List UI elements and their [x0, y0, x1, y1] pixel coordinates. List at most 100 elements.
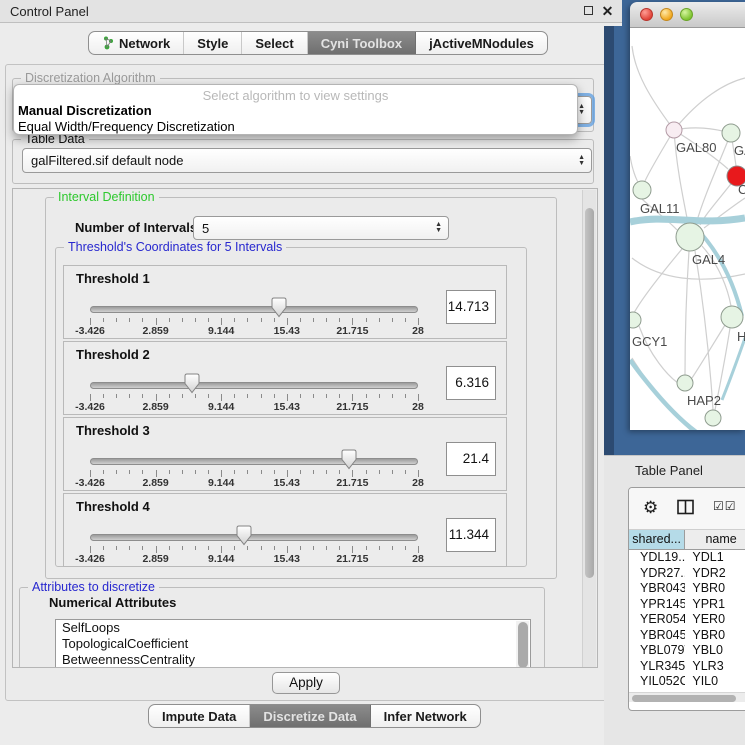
network-node-B[interactable] — [705, 410, 721, 426]
close-icon[interactable]: ✕ — [600, 4, 615, 19]
tick-label: 9.144 — [208, 553, 234, 565]
tab-infer-network[interactable]: Infer Network — [371, 705, 480, 727]
table-row[interactable]: YBL079WYBL0 — [629, 643, 745, 659]
settings-scrollbar-thumb[interactable] — [585, 208, 594, 578]
network-node-GCY1[interactable] — [630, 312, 641, 328]
table-hscroll-thumb[interactable] — [632, 695, 736, 702]
apply-button[interactable]: Apply — [272, 672, 340, 694]
tick-label: 28 — [412, 325, 424, 337]
tab-style[interactable]: Style — [184, 32, 242, 54]
checkbox-filter-icons[interactable]: ☑☑ — [713, 499, 737, 513]
network-node-GA[interactable] — [722, 124, 740, 142]
table-horizontal-scrollbar[interactable] — [629, 692, 745, 702]
attribute-list-item[interactable]: BetweennessCentrality — [56, 652, 530, 668]
minimize-traffic-light[interactable] — [660, 8, 673, 21]
control-panel-titlebar: Control Panel ✕ — [0, 0, 622, 23]
float-window-icon[interactable] — [581, 4, 596, 19]
slider-thumb[interactable] — [341, 449, 357, 470]
tick-mark — [195, 546, 196, 550]
column-header-name[interactable]: name — [685, 530, 745, 549]
table-row[interactable]: YBR045CYBR0 — [629, 628, 745, 644]
tick-mark — [142, 546, 143, 550]
slider-thumb[interactable] — [271, 297, 287, 318]
slider-thumb[interactable] — [236, 525, 252, 546]
threshold-box: Threshold 3-3.4262.8599.14415.4321.71528… — [63, 417, 507, 491]
table-row[interactable]: YPR145WYPR1 — [629, 597, 745, 613]
attributes-scrollbar-thumb[interactable] — [518, 622, 528, 668]
network-node-GAL11[interactable] — [633, 181, 651, 199]
tick-mark — [405, 318, 406, 322]
tick-label: 9.144 — [208, 477, 234, 489]
combo-arrows-icon: ▲▼ — [578, 155, 585, 167]
network-node-HAP2[interactable] — [677, 375, 693, 391]
threshold-value-input[interactable]: 11.344 — [446, 518, 496, 552]
tab-impute-data[interactable]: Impute Data — [149, 705, 250, 727]
tick-mark — [116, 470, 117, 474]
bottom-tab-bar: Impute Data Discretize Data Infer Networ… — [148, 704, 481, 728]
network-node-H[interactable] — [721, 306, 743, 328]
attributes-list-scrollbar[interactable] — [516, 621, 529, 668]
tick-label: 9.144 — [208, 401, 234, 413]
table-data-value: galFiltered.sif default node — [31, 153, 183, 168]
table-row[interactable]: YLR345WYLR3 — [629, 659, 745, 675]
tick-label: 28 — [412, 553, 424, 565]
tab-jactivemnodules[interactable]: jActiveMNodules — [416, 32, 547, 54]
tick-mark — [90, 394, 91, 401]
tick-mark — [379, 318, 380, 322]
slider-thumb[interactable] — [184, 373, 200, 394]
network-canvas[interactable]: GAL80GACGAL11GAL4GCY1HHAP2 — [630, 28, 745, 430]
gear-icon[interactable]: ⚙ — [643, 499, 658, 517]
tick-label: 9.144 — [208, 325, 234, 337]
network-node-GAL4[interactable] — [676, 223, 704, 251]
network-window-titlebar[interactable] — [630, 2, 745, 28]
settings-vertical-scrollbar[interactable] — [582, 190, 596, 668]
threshold-slider-track[interactable] — [90, 382, 418, 389]
threshold-slider-track[interactable] — [90, 458, 418, 465]
attribute-list-item[interactable]: TopologicalCoefficient — [56, 636, 530, 652]
threshold-value-input[interactable]: 6.316 — [446, 366, 496, 400]
table-row[interactable]: YER054CYER0 — [629, 612, 745, 628]
table-row[interactable]: YDL19...YDL1 — [629, 550, 745, 566]
tab-select[interactable]: Select — [242, 32, 307, 54]
cell-shared-name: YBR043C — [629, 581, 686, 597]
threshold-value-input[interactable]: 21.4 — [446, 442, 496, 476]
tick-mark — [142, 318, 143, 322]
threshold-value-input[interactable]: 14.713 — [446, 290, 496, 324]
tab-discretize-data[interactable]: Discretize Data — [250, 705, 370, 727]
column-header-shared-name[interactable]: shared... — [629, 530, 685, 549]
close-traffic-light[interactable] — [640, 8, 653, 21]
split-columns-icon[interactable] — [677, 499, 694, 518]
attribute-list-item[interactable]: SelfLoops — [56, 620, 530, 636]
tick-mark — [195, 318, 196, 322]
tick-mark — [300, 394, 301, 398]
cell-shared-name: YPR145W — [629, 597, 686, 613]
zoom-traffic-light[interactable] — [680, 8, 693, 21]
tab-network[interactable]: Network — [89, 32, 184, 54]
network-edge — [695, 251, 713, 410]
table-row[interactable]: YBR043CYBR0 — [629, 581, 745, 597]
tick-mark — [392, 546, 393, 550]
tick-mark — [300, 318, 301, 322]
table-header-row: shared... name — [629, 530, 745, 550]
node-table: ⚙ ☑☑ shared... name YDL19...YDL1YDR27...… — [628, 487, 745, 711]
table-data-combobox[interactable]: galFiltered.sif default node ▲▼ — [22, 148, 592, 173]
network-node-GAL80[interactable] — [666, 122, 682, 138]
tick-mark — [287, 546, 288, 553]
tick-mark — [129, 546, 130, 550]
algorithm-option-equal-width[interactable]: Equal Width/Frequency Discretization — [14, 119, 577, 135]
threshold-slider-track[interactable] — [90, 306, 418, 313]
threshold-slider-track[interactable] — [90, 534, 418, 541]
tick-mark — [90, 470, 91, 477]
tick-label: -3.426 — [75, 325, 105, 337]
numerical-attributes-list[interactable]: SelfLoopsTopologicalCoefficientBetweenne… — [55, 619, 531, 668]
panel-title: Control Panel — [10, 4, 89, 19]
tick-mark — [313, 394, 314, 398]
tick-mark — [418, 394, 419, 401]
number-of-intervals-combobox[interactable]: 5 ▲▼ — [193, 216, 449, 240]
table-row[interactable]: YDR27...YDR2 — [629, 566, 745, 582]
table-row[interactable]: YIL052CYIL0 — [629, 674, 745, 690]
tab-cyni-toolbox[interactable]: Cyni Toolbox — [308, 32, 416, 54]
tick-label: -3.426 — [75, 553, 105, 565]
algorithm-option-manual[interactable]: Manual Discretization — [14, 103, 577, 119]
table-panel-title: Table Panel — [635, 463, 703, 478]
